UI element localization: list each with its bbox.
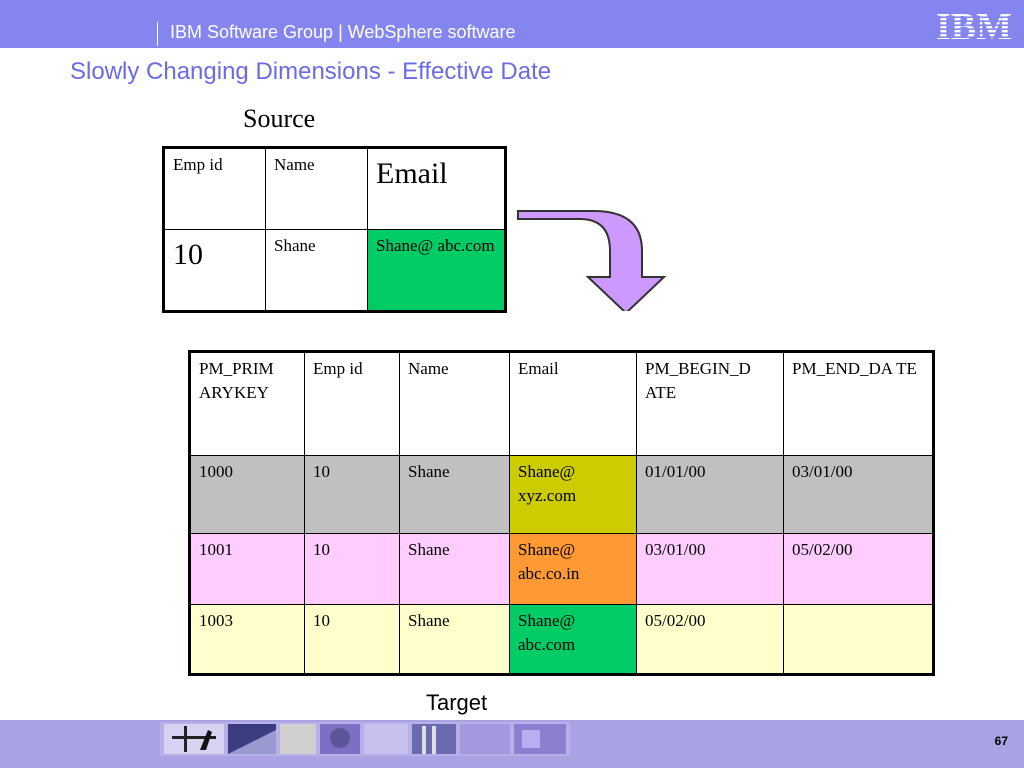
table-cell: 10	[304, 533, 400, 605]
target-header-cell: Email	[509, 351, 637, 456]
table-cell: 10	[304, 455, 400, 534]
table-cell: 1000	[189, 455, 305, 534]
page-number: 67	[994, 734, 1008, 748]
source-table: Emp id Name Email 10 Shane Shane@ abc.co…	[162, 146, 507, 313]
table-cell: Shane	[399, 455, 510, 534]
table-cell: 03/01/00	[636, 533, 784, 605]
source-data-row: 10 Shane Shane@ abc.com	[163, 229, 506, 312]
source-label: Source	[243, 104, 316, 133]
target-header-cell: PM_END_DA TE	[783, 351, 934, 456]
source-cell: 10	[163, 229, 266, 312]
source-cell: Shane@ abc.com	[367, 229, 506, 312]
table-cell: 1001	[189, 533, 305, 605]
table-cell: 01/01/00	[636, 455, 784, 534]
target-header-cell: PM_BEGIN_D ATE	[636, 351, 784, 456]
ibm-logo: IBM	[936, 6, 1012, 44]
slide-title: Slowly Changing Dimensions - Effective D…	[70, 58, 552, 85]
table-cell: Shane	[399, 533, 510, 605]
header-divider	[157, 22, 158, 46]
ibm-logo-text: IBM	[936, 6, 1012, 44]
target-header-cell: Name	[399, 351, 510, 456]
source-header-row: Emp id Name Email	[163, 147, 506, 230]
table-cell: Shane@ abc.co.in	[509, 533, 637, 605]
source-header-cell: Emp id	[163, 147, 266, 230]
footer-image-strip	[160, 722, 570, 756]
table-row: 1000 10 Shane Shane@ xyz.com 01/01/00 03…	[189, 455, 934, 534]
table-cell: 03/01/00	[783, 455, 934, 534]
table-cell	[783, 604, 934, 675]
source-header-cell: Email	[367, 147, 506, 230]
table-row: 1001 10 Shane Shane@ abc.co.in 03/01/00 …	[189, 533, 934, 605]
table-cell: Shane@ abc.com	[509, 604, 637, 675]
table-cell: 1003	[189, 604, 305, 675]
table-cell: Shane	[399, 604, 510, 675]
source-cell: Shane	[265, 229, 368, 312]
source-header-cell: Name	[265, 147, 368, 230]
curved-arrow-icon	[517, 210, 667, 311]
table-cell: 05/02/00	[636, 604, 784, 675]
target-header-cell: PM_PRIM ARYKEY	[189, 351, 305, 456]
table-cell: 10	[304, 604, 400, 675]
target-table: PM_PRIM ARYKEY Emp id Name Email PM_BEGI…	[188, 350, 935, 676]
table-cell: 05/02/00	[783, 533, 934, 605]
table-row: 1003 10 Shane Shane@ abc.com 05/02/00	[189, 604, 934, 675]
target-header-row: PM_PRIM ARYKEY Emp id Name Email PM_BEGI…	[189, 351, 934, 456]
table-cell: Shane@ xyz.com	[509, 455, 637, 534]
target-label: Target	[426, 690, 488, 715]
target-header-cell: Emp id	[304, 351, 400, 456]
header-title: IBM Software Group | WebSphere software	[170, 22, 516, 42]
